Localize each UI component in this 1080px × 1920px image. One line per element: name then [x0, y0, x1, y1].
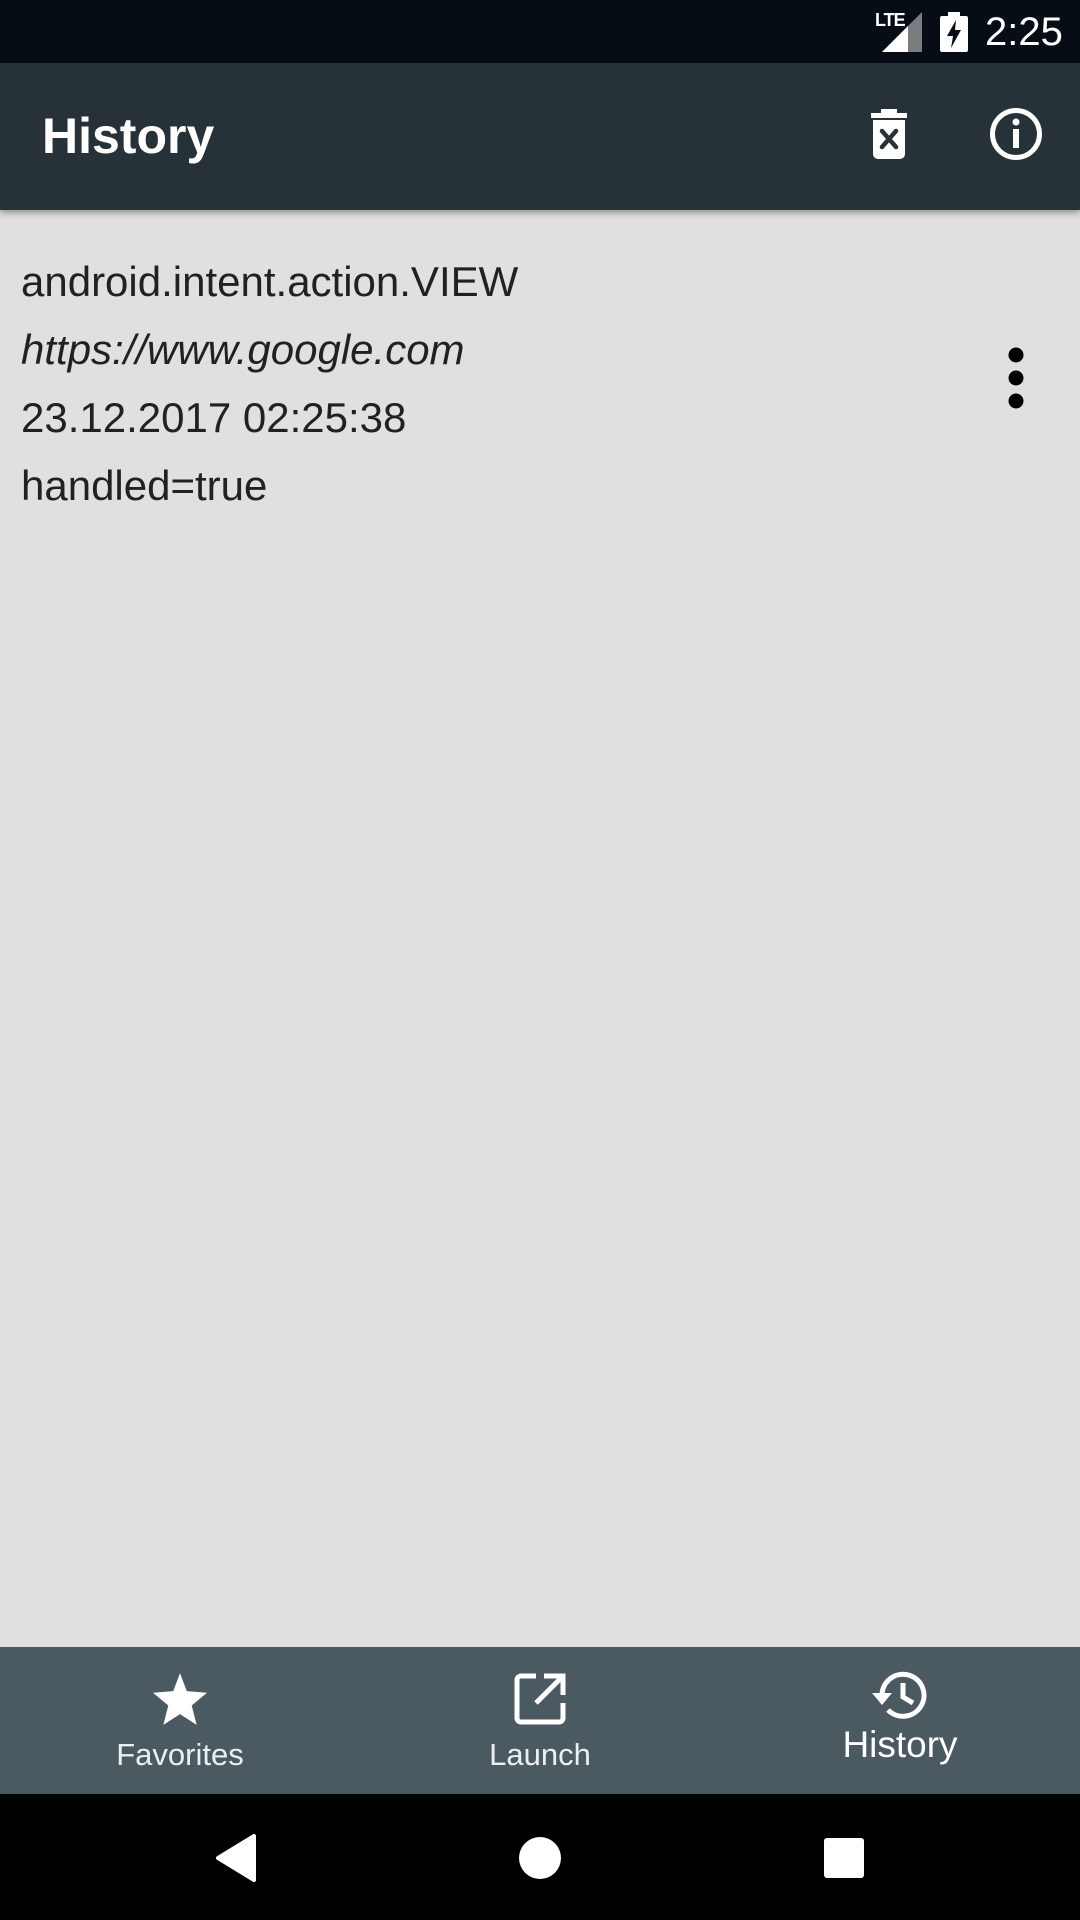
- home-button[interactable]: [504, 1824, 576, 1896]
- recents-button[interactable]: [808, 1824, 880, 1896]
- bottom-navigation: Favorites Launch History: [0, 1647, 1080, 1794]
- intent-timestamp: 23.12.2017 02:25:38: [21, 394, 407, 441]
- intent-handled-status: handled=true: [21, 462, 268, 509]
- system-navigation-bar: [0, 1794, 1080, 1920]
- clock: 2:25: [985, 10, 1063, 54]
- open-in-new-icon: [514, 1671, 566, 1727]
- nav-label-favorites: Favorites: [116, 1737, 244, 1772]
- nav-item-launch[interactable]: Launch: [360, 1647, 720, 1794]
- star-icon: [153, 1671, 207, 1727]
- app-bar: History: [0, 63, 1080, 210]
- history-list-item[interactable]: android.intent.action.VIEW https://www.g…: [0, 230, 1080, 510]
- intent-uri: https://www.google.com: [21, 326, 465, 373]
- nav-label-history: History: [842, 1724, 958, 1765]
- clear-history-button[interactable]: [841, 88, 937, 184]
- nav-item-history[interactable]: History: [720, 1647, 1080, 1794]
- info-icon: [989, 107, 1043, 166]
- home-circle-icon: [518, 1836, 562, 1885]
- battery-charging-icon: [940, 12, 968, 57]
- nav-item-favorites[interactable]: Favorites: [0, 1647, 360, 1794]
- recents-square-icon: [824, 1837, 864, 1883]
- item-overflow-menu-button[interactable]: [976, 330, 1056, 430]
- delete-forever-icon: [869, 108, 909, 164]
- page-title: History: [42, 108, 215, 164]
- signal-icon: [880, 12, 922, 57]
- status-bar: LTE 2:25: [0, 0, 1080, 63]
- nav-label-launch: Launch: [489, 1737, 591, 1772]
- back-button[interactable]: [200, 1824, 272, 1896]
- back-triangle-icon: [214, 1833, 258, 1888]
- screen: LTE 2:25 History android.intent.action.V…: [0, 0, 1080, 1920]
- intent-action: android.intent.action.VIEW: [21, 258, 519, 305]
- more-vert-icon: [1006, 347, 1026, 414]
- info-button[interactable]: [968, 88, 1064, 184]
- history-icon: [870, 1667, 930, 1723]
- history-list: android.intent.action.VIEW https://www.g…: [0, 210, 1080, 1647]
